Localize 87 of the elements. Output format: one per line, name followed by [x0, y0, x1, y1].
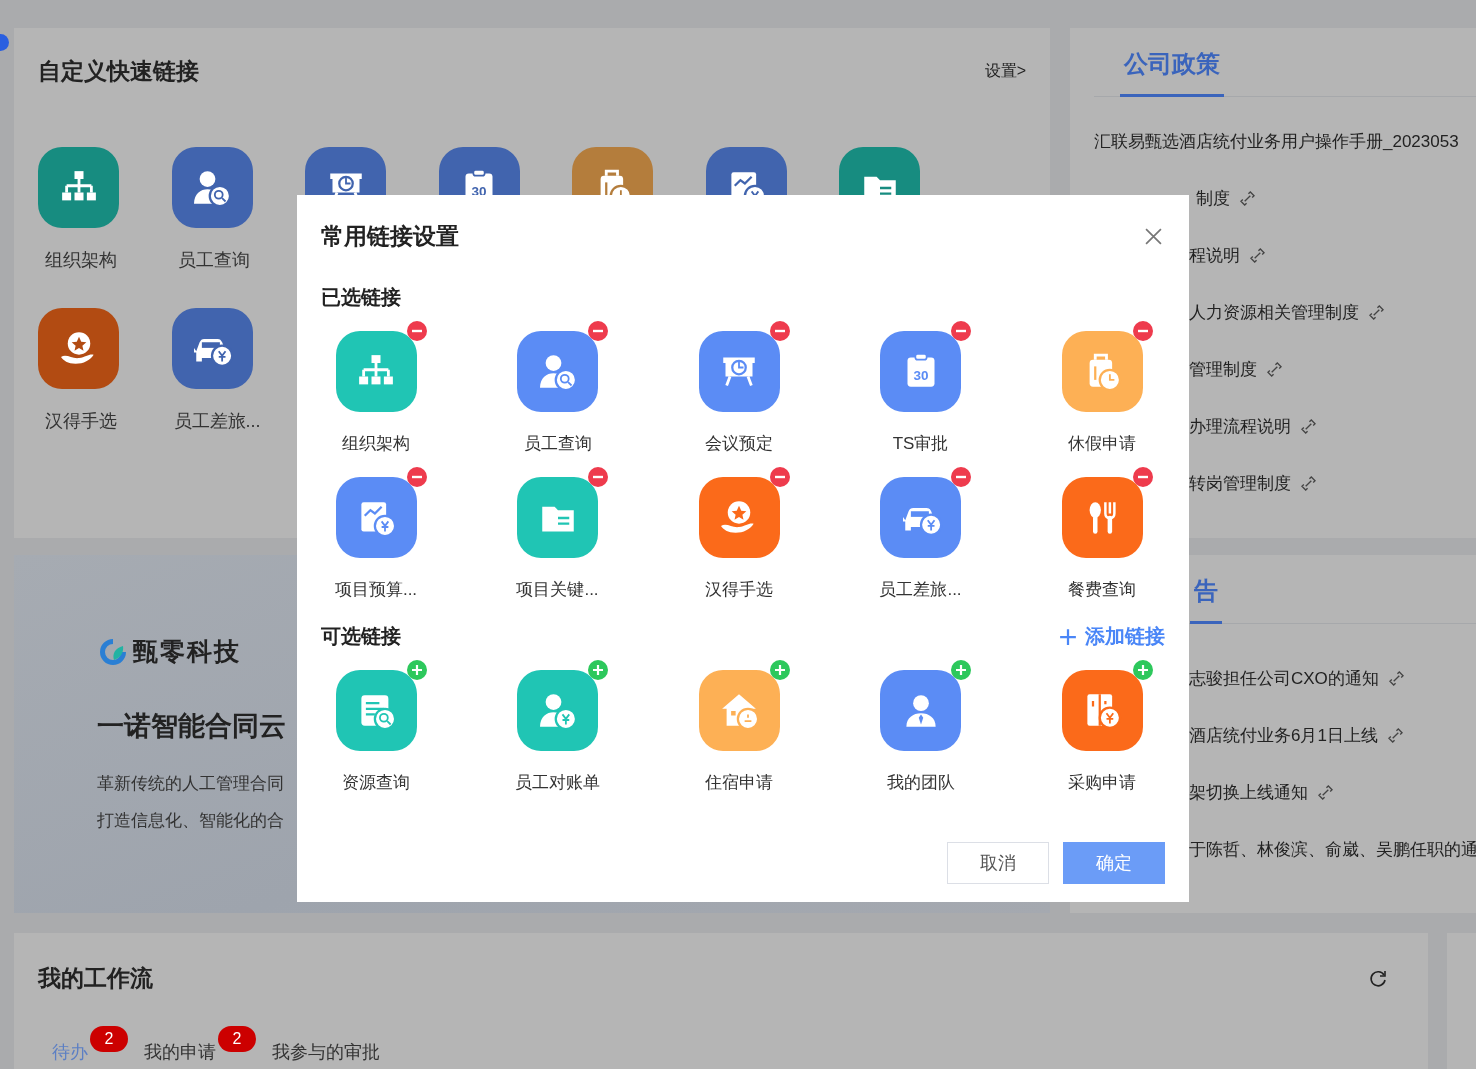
refresh-icon[interactable]	[1368, 968, 1388, 989]
document-link[interactable]: 汇联易甄选酒店统付业务用户操作手册_2023053	[1094, 130, 1459, 153]
link-label: 员工对账单	[515, 772, 600, 794]
link-label: 资源查询	[342, 772, 410, 794]
remove-icon[interactable]	[769, 467, 790, 487]
hand-star-icon[interactable]	[698, 477, 780, 558]
workflow-tab[interactable]: 我的申请	[144, 1042, 216, 1062]
link-label: 项目关键...	[516, 579, 599, 601]
card-title: 我的工作流	[38, 964, 153, 993]
link-label: 采购申请	[1068, 772, 1136, 794]
link-label: 员工差旅...	[879, 579, 962, 601]
document-link[interactable]: 办理流程说明	[1189, 415, 1291, 438]
link-icon	[1250, 248, 1265, 263]
link-label: 项目预算...	[334, 579, 418, 601]
car-coin-icon[interactable]	[171, 308, 253, 389]
org-chart-icon[interactable]	[335, 331, 417, 412]
luggage-clock-icon[interactable]	[1061, 331, 1143, 412]
user-search-icon[interactable]	[517, 331, 598, 412]
link-label[interactable]: 汉得手选	[40, 409, 121, 433]
link-icon	[1318, 785, 1333, 800]
document-link[interactable]: 转岗管理制度	[1189, 472, 1291, 495]
section-title: 已选链接	[321, 285, 401, 310]
banner-headline: 一诺智能合同云	[97, 710, 286, 743]
cutlery-icon[interactable]	[1061, 477, 1143, 558]
link-label[interactable]: 员工查询	[173, 248, 255, 272]
user-icon[interactable]	[880, 670, 961, 751]
link-icon	[1267, 362, 1282, 377]
link-label: 我的团队	[886, 772, 955, 794]
document-search-icon[interactable]	[335, 670, 417, 751]
document-link[interactable]: 人力资源相关管理制度	[1189, 301, 1359, 324]
house-icon[interactable]	[698, 670, 780, 751]
remove-icon[interactable]	[769, 321, 790, 341]
count-badge: 2	[218, 1026, 256, 1052]
banner-text: 打造信息化、智能化的合	[97, 810, 284, 832]
chart-coin-icon[interactable]	[335, 477, 417, 558]
org-chart-icon[interactable]	[38, 147, 119, 228]
add-icon[interactable]	[588, 660, 608, 680]
add-icon[interactable]	[951, 660, 971, 680]
cancel-button[interactable]: 取消	[947, 842, 1049, 884]
add-icon[interactable]	[1132, 660, 1153, 680]
link-icon	[1240, 191, 1255, 206]
remove-icon[interactable]	[406, 321, 427, 341]
settings-link[interactable]: 设置>	[984, 61, 1026, 82]
remove-icon[interactable]	[1132, 467, 1153, 487]
link-label: 员工查询	[523, 433, 592, 455]
remove-icon[interactable]	[406, 467, 427, 487]
section-title: 可选链接	[321, 624, 401, 649]
remove-icon[interactable]	[588, 321, 608, 341]
close-icon[interactable]	[1145, 228, 1162, 245]
link-icon	[1301, 419, 1316, 434]
document-link[interactable]: 酒店统付业务6月1日上线	[1189, 724, 1378, 747]
link-label: 餐费查询	[1068, 579, 1136, 601]
add-icon[interactable]	[769, 660, 790, 680]
plus-icon	[1059, 627, 1077, 646]
workflow-tab[interactable]: 我参与的审批	[272, 1042, 380, 1062]
link-icon	[1387, 728, 1403, 743]
logo-text: 甄零科技	[133, 636, 241, 667]
car-coin-icon[interactable]	[880, 477, 961, 558]
remove-icon[interactable]	[951, 467, 971, 487]
add-icon[interactable]	[406, 660, 427, 680]
document-link[interactable]: 志骏担任公司CXO的通知	[1189, 667, 1379, 690]
document-link[interactable]: 程说明	[1189, 244, 1240, 267]
remove-icon[interactable]	[588, 467, 608, 487]
user-search-icon[interactable]	[171, 147, 253, 228]
user-coin-icon[interactable]	[517, 670, 598, 751]
link-label[interactable]: 组织架构	[40, 248, 121, 272]
folder-icon[interactable]	[517, 477, 598, 558]
hand-star-icon[interactable]	[38, 308, 119, 389]
banner-text: 革新传统的人工管理合同	[97, 773, 284, 795]
count-badge: 2	[90, 1026, 128, 1052]
document-link[interactable]: 架切换上线通知	[1189, 781, 1308, 804]
link-icon	[1301, 476, 1316, 491]
link-label: 会议预定	[705, 433, 773, 455]
link-label: TS审批	[892, 433, 949, 455]
link-label: 住宿申请	[705, 772, 773, 794]
link-icon	[1388, 671, 1404, 686]
document-link[interactable]: 制度	[1196, 187, 1230, 210]
remove-icon[interactable]	[951, 321, 971, 341]
card-title: 自定义快速链接	[38, 57, 199, 86]
link-label: 汉得手选	[705, 579, 773, 601]
link-icon	[1369, 305, 1384, 320]
link-label: 休假申请	[1068, 433, 1136, 455]
document-link[interactable]: 管理制度	[1189, 358, 1257, 381]
remove-icon[interactable]	[1132, 321, 1153, 341]
link-label: 组织架构	[342, 433, 410, 455]
easel-clock-icon[interactable]	[698, 331, 780, 412]
cabinet-coin-icon[interactable]	[1061, 670, 1143, 751]
